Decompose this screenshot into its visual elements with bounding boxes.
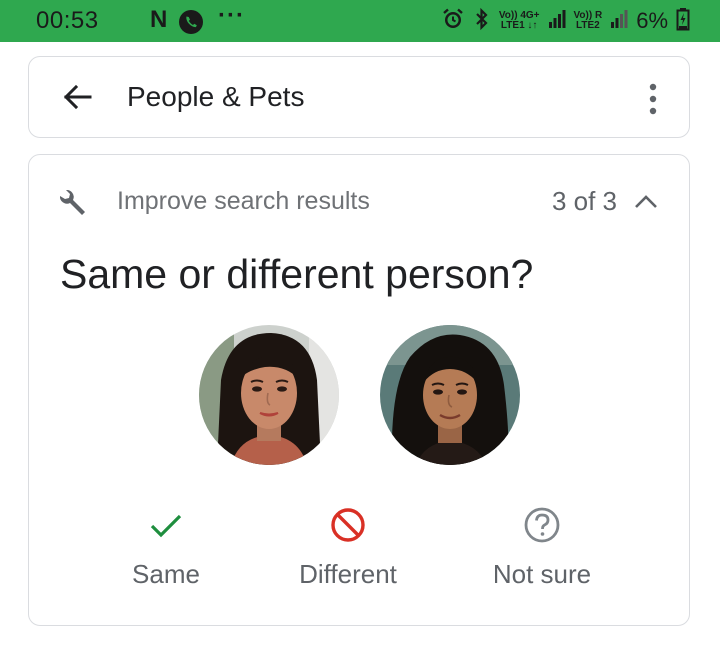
back-arrow-icon[interactable]	[61, 81, 93, 113]
status-bar: 00:53 N ··· Vo)) 4G+ LTE1 ↓↑ Vo)) R LTE2…	[0, 0, 720, 42]
status-time: 00:53	[36, 7, 99, 34]
same-button[interactable]: Same	[76, 505, 256, 590]
whatsapp-icon	[178, 9, 204, 40]
battery-percent: 6%	[636, 8, 668, 33]
face-photo-2	[380, 325, 520, 465]
more-notifications-icon: ···	[218, 2, 245, 29]
more-options-icon[interactable]	[647, 83, 659, 115]
notification-n-icon: N	[150, 6, 168, 33]
block-icon	[328, 505, 368, 545]
battery-charging-icon	[676, 7, 690, 36]
chevron-up-icon[interactable]	[633, 191, 659, 211]
sim1-network-text: Vo)) 4G+ LTE1 ↓↑	[499, 11, 540, 31]
sim1-network-bottom: LTE1 ↓↑	[500, 20, 538, 31]
check-icon	[146, 505, 186, 545]
not-sure-button[interactable]: Not sure	[452, 505, 632, 590]
same-label: Same	[132, 559, 200, 589]
different-label: Different	[299, 559, 397, 589]
progress-counter: 3 of 3	[551, 186, 617, 216]
help-icon	[522, 505, 562, 545]
face-photo-1	[199, 325, 339, 465]
improve-search-heading: Improve search results	[117, 187, 370, 215]
bluetooth-icon	[473, 7, 491, 36]
top-app-bar: People & Pets	[28, 56, 690, 138]
sim2-network-text: Vo)) R LTE2	[574, 11, 603, 31]
sim2-network-bottom: LTE2	[575, 20, 600, 31]
wrench-icon	[57, 189, 87, 219]
page-title: People & Pets	[127, 81, 305, 112]
not-sure-label: Not sure	[492, 559, 592, 589]
improve-search-card: Improve search results 3 of 3 Same or di…	[28, 154, 690, 626]
signal-strength-2-icon	[610, 9, 628, 34]
different-button[interactable]: Different	[258, 505, 438, 590]
alarm-icon	[441, 7, 465, 36]
question-title: Same or different person?	[60, 251, 534, 297]
status-right-group: Vo)) 4G+ LTE1 ↓↑ Vo)) R LTE2 6%	[441, 6, 690, 36]
signal-strength-1-icon	[548, 9, 566, 34]
